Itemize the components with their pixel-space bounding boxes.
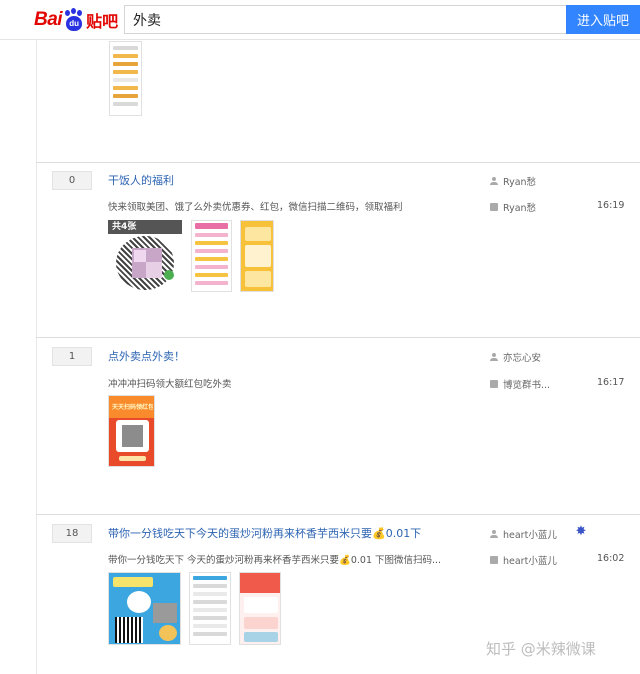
thread-image-promo-page[interactable] xyxy=(239,572,281,645)
thread-image-red-packet[interactable]: 天天扫码领红包 xyxy=(108,395,155,467)
list-left-border xyxy=(36,40,37,674)
thread-preview: 带你一分钱吃天下 今天的蛋炒河粉再来杯香芋西米只要💰0.01 下图微信扫码... xyxy=(108,555,442,566)
logo-suffix: 贴吧 xyxy=(86,12,119,31)
thread-image-order-list[interactable] xyxy=(189,572,231,645)
reply-icon xyxy=(490,556,498,564)
reply-icon xyxy=(490,203,498,211)
thread-divider xyxy=(36,337,640,338)
author-name: heart小蓝儿 xyxy=(503,530,557,541)
thread-author[interactable]: heart小蓝儿 xyxy=(490,527,557,541)
thread-author[interactable]: 亦忘心安 xyxy=(490,350,541,364)
image-count-overlay: 共4张 xyxy=(108,220,182,234)
author-name: Ryan愁 xyxy=(503,177,537,188)
thread-preview: 冲冲冲扫码领大额红包吃外卖 xyxy=(108,379,232,390)
thread-title-link[interactable]: 带你一分钱吃天下今天的蛋炒河粉再来杯香芋西米只要💰0.01下 xyxy=(108,525,421,541)
last-reply-time: 16:17 xyxy=(597,377,625,388)
enter-tieba-button[interactable]: 进入贴吧 xyxy=(566,5,640,34)
last-replier[interactable]: heart小蓝儿 xyxy=(490,553,557,567)
last-reply-time: 16:02 xyxy=(597,553,625,564)
last-replier-name: heart小蓝儿 xyxy=(503,556,557,567)
reply-icon xyxy=(490,380,498,388)
red-packet-overlay: 天天扫码领红包 xyxy=(112,404,153,411)
last-reply-time: 16:19 xyxy=(597,200,625,211)
thread-image-qrcode[interactable]: 共4张 xyxy=(108,220,182,292)
thread-divider xyxy=(36,514,640,515)
user-icon xyxy=(490,530,498,538)
thread-image-previous[interactable] xyxy=(109,41,142,116)
last-replier[interactable]: Ryan愁 xyxy=(490,200,536,214)
thread-title-link[interactable]: 干饭人的福利 xyxy=(108,172,174,188)
baidu-tieba-logo[interactable]: Bai du 贴吧 xyxy=(34,6,118,34)
zhihu-watermark: 知乎 @米辣微课 xyxy=(486,640,596,658)
thread-image-coupon-page[interactable] xyxy=(240,220,274,292)
star-badge-icon[interactable]: ✸ xyxy=(574,525,588,539)
reply-count: 0 xyxy=(52,171,92,190)
last-replier-name: 博览群书... xyxy=(503,380,551,391)
user-icon xyxy=(490,353,498,361)
search-input[interactable] xyxy=(124,5,566,34)
logo-text: Bai xyxy=(34,9,63,30)
thread-image-promo-qrcode[interactable] xyxy=(108,572,181,645)
thread-image-coupon-list[interactable] xyxy=(191,220,232,292)
baidu-paw-icon: du xyxy=(63,8,85,32)
thread-preview: 快来领取美团、饿了么外卖优惠券、红包，微信扫描二维码，领取福利 xyxy=(108,202,403,213)
last-replier[interactable]: 博览群书... xyxy=(490,377,550,391)
reply-count: 18 xyxy=(52,524,92,543)
author-name: 亦忘心安 xyxy=(503,353,542,364)
top-bar: Bai du 贴吧 进入贴吧 xyxy=(0,0,640,40)
thread-author[interactable]: Ryan愁 xyxy=(490,174,536,188)
reply-count: 1 xyxy=(52,347,92,366)
last-replier-name: Ryan愁 xyxy=(503,203,537,214)
user-icon xyxy=(490,177,498,185)
thread-title-link[interactable]: 点外卖点外卖！ xyxy=(108,348,185,364)
logo-paw-text: du xyxy=(69,19,79,28)
thread-divider xyxy=(36,162,640,163)
